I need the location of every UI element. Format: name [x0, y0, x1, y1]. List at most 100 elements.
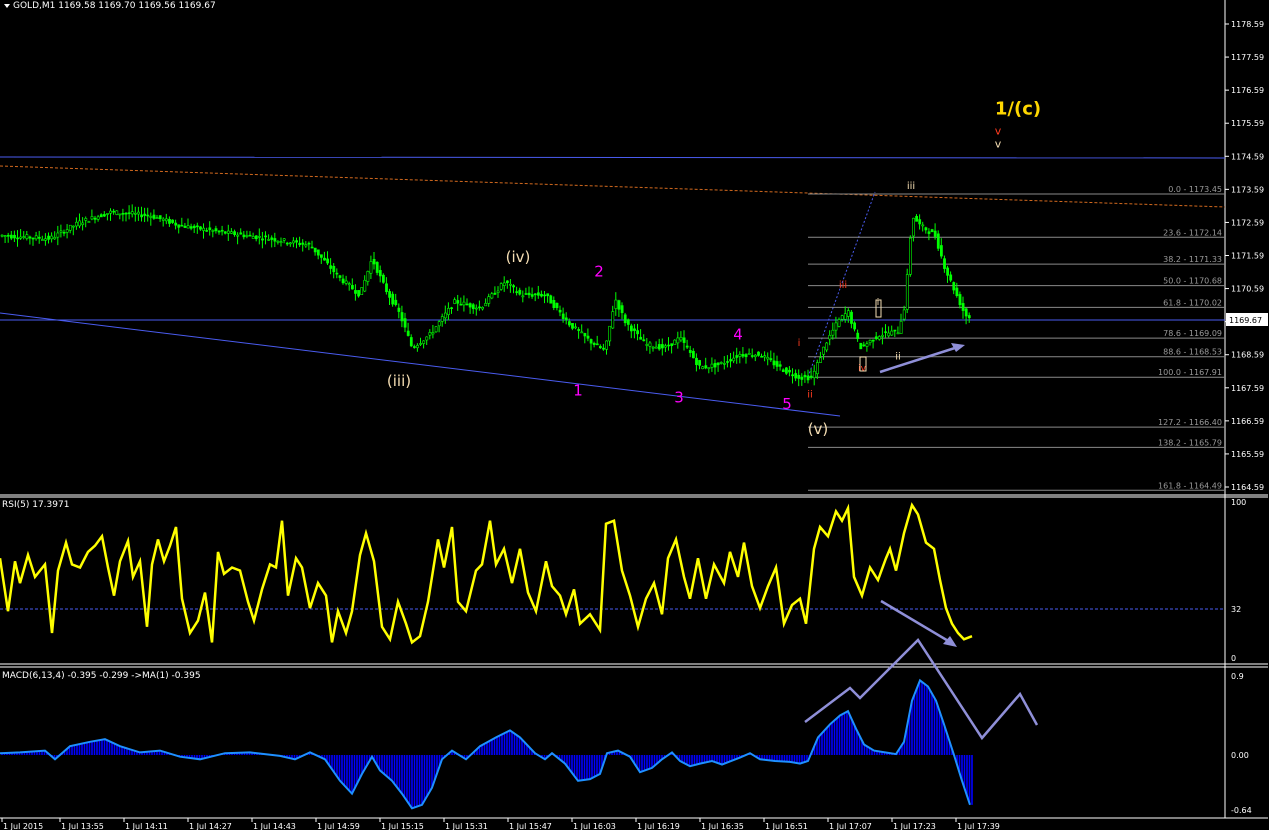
candle-body: [871, 339, 875, 342]
candle-body: [927, 231, 931, 234]
candle-body: [227, 230, 230, 234]
time-tick-label: 1 Jul 2015: [3, 822, 43, 830]
candle-body: [623, 314, 627, 324]
candle-body: [440, 316, 444, 322]
fib-level-label: 0.0 - 1173.45: [1168, 185, 1222, 194]
candle-body: [143, 213, 147, 216]
candle-body: [87, 221, 91, 223]
candle-body: [766, 357, 770, 360]
candle-body: [279, 241, 283, 243]
price-tick-label: 1170.59: [1231, 285, 1264, 294]
price-tick-label: 1173.59: [1231, 185, 1264, 194]
candle-body: [502, 282, 506, 286]
candle-body: [394, 299, 398, 306]
candle-body: [161, 218, 165, 221]
wave-label: 5: [782, 395, 792, 413]
candle-body: [465, 303, 469, 306]
candle-body: [307, 242, 311, 245]
candle-body: [617, 300, 621, 310]
candle-body: [459, 303, 463, 306]
candle-body: [372, 258, 376, 265]
candle-body: [50, 235, 54, 240]
candle-body: [230, 231, 233, 234]
candle-body: [800, 376, 804, 380]
candle-body: [146, 214, 150, 217]
fib-level-label: 138.2 - 1165.79: [1158, 438, 1222, 447]
candle-body: [595, 343, 599, 346]
candle-body: [301, 242, 305, 245]
candle-body: [223, 231, 227, 234]
candle-body: [853, 322, 857, 330]
candle-body: [350, 285, 354, 290]
candle-body: [468, 303, 472, 308]
candle-body: [881, 334, 884, 337]
candle-body: [168, 218, 171, 224]
candle-body: [657, 344, 661, 350]
candle-body: [329, 265, 333, 269]
candle-body: [704, 365, 708, 369]
candle-body: [958, 294, 962, 306]
time-tick-label: 1 Jul 15:15: [381, 822, 424, 830]
candle-body: [753, 354, 757, 358]
candle-body: [425, 336, 429, 341]
candle-body: [952, 282, 956, 291]
candle-body: [341, 278, 345, 284]
fib-level-label: 78.6 - 1169.09: [1163, 329, 1222, 338]
candle-body: [6, 234, 10, 237]
candle-body: [744, 354, 748, 358]
candle-body: [902, 309, 906, 320]
candle-body: [196, 225, 199, 228]
wave-label: i: [798, 338, 801, 349]
candle-body: [453, 299, 457, 304]
candle-body: [921, 224, 925, 227]
wave-label: (iii): [387, 372, 411, 390]
candle-body: [614, 299, 618, 309]
candle-body: [567, 321, 571, 326]
candle-body: [667, 344, 671, 347]
candle-body: [685, 345, 689, 348]
price-tick-label: 1178.59: [1231, 20, 1264, 29]
candle-body: [140, 214, 144, 218]
candle-body: [664, 345, 667, 348]
candle-body: [750, 355, 754, 357]
candle-body: [109, 210, 113, 214]
candle-body: [400, 312, 404, 322]
time-tick-label: 1 Jul 17:39: [957, 822, 1000, 830]
candle-body: [819, 357, 822, 363]
candle-body: [202, 227, 206, 231]
candle-body: [574, 326, 578, 329]
wave-label: iii: [839, 280, 847, 291]
candle-body: [775, 361, 779, 367]
candle-body: [967, 315, 971, 319]
candle-body: [177, 224, 181, 228]
candle-body: [236, 234, 240, 237]
rsi-tick-label: 100: [1231, 498, 1246, 507]
candle-body: [276, 240, 280, 243]
main-header-text: GOLD,M1 1169.58 1169.70 1169.56 1169.67: [13, 1, 216, 11]
candle-body: [481, 307, 485, 310]
candle-body: [571, 323, 574, 329]
candle-body: [583, 333, 587, 337]
wave-label: iv: [858, 364, 867, 374]
candle-body: [515, 291, 519, 293]
candle-body: [34, 235, 38, 240]
candle-body: [186, 225, 190, 229]
candle-body: [428, 332, 432, 336]
candle-body: [456, 300, 460, 304]
candle-body: [335, 272, 339, 275]
candle-body: [955, 287, 959, 296]
candle-body: [304, 244, 308, 247]
candle-body: [217, 230, 221, 233]
candle-body: [509, 283, 512, 286]
candle-body: [447, 308, 450, 315]
candle-body: [645, 344, 649, 346]
candle-body: [788, 369, 791, 373]
candle-body: [791, 374, 795, 377]
candle-body: [239, 232, 243, 235]
wave-label: v: [995, 138, 1002, 151]
rsi-tick-label: 0: [1231, 654, 1236, 663]
candle-body: [261, 238, 264, 241]
time-tick-label: 1 Jul 14:27: [189, 822, 232, 830]
candle-body: [859, 342, 863, 350]
candle-body: [137, 211, 140, 215]
